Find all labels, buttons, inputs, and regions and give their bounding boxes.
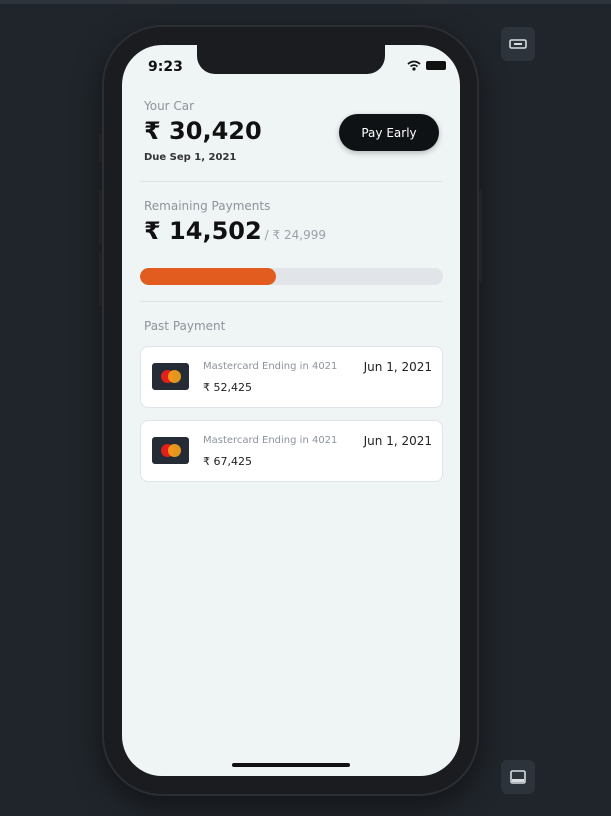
remaining-total: / ₹ 24,999 [264, 228, 326, 242]
past-payment-label: Past Payment [144, 319, 226, 333]
phone-screen: 9:23 Your Car ₹ 30,420 Due Sep 1, 2021 P… [122, 45, 460, 776]
due-date: Due Sep 1, 2021 [144, 152, 237, 163]
divider [140, 181, 443, 182]
tablet-device-icon [510, 770, 526, 784]
status-time: 9:23 [148, 59, 183, 75]
wifi-icon [407, 60, 421, 71]
rotate-device-button[interactable] [501, 27, 535, 61]
notch [197, 45, 385, 74]
device-frame-button[interactable] [501, 760, 535, 794]
payment-card-description: Mastercard Ending in 4021 [203, 361, 338, 372]
car-label: Your Car [144, 99, 195, 113]
payment-progress-bar [140, 268, 443, 285]
payment-card-description: Mastercard Ending in 4021 [203, 435, 338, 446]
payment-progress-fill [140, 268, 277, 285]
payment-date: Jun 1, 2021 [363, 360, 432, 374]
mastercard-icon [152, 437, 189, 464]
power-button [477, 190, 482, 282]
payment-card[interactable]: Mastercard Ending in 4021 ₹ 52,425 Jun 1… [140, 346, 443, 408]
status-icons [407, 60, 446, 71]
divider [140, 301, 443, 302]
payment-amount: ₹ 52,425 [203, 381, 252, 394]
pay-early-button[interactable]: Pay Early [339, 114, 439, 151]
remaining-label: Remaining Payments [144, 199, 271, 213]
home-indicator[interactable] [232, 763, 350, 767]
battery-icon [426, 61, 446, 70]
remaining-amount: ₹ 14,502 [144, 217, 262, 245]
top-strip [0, 0, 611, 4]
mastercard-icon [152, 363, 189, 390]
rotate-device-icon [509, 39, 527, 49]
car-amount: ₹ 30,420 [144, 117, 262, 145]
payment-amount: ₹ 67,425 [203, 455, 252, 468]
payment-card[interactable]: Mastercard Ending in 4021 ₹ 67,425 Jun 1… [140, 420, 443, 482]
remaining-row: ₹ 14,502 / ₹ 24,999 [144, 217, 326, 245]
payment-date: Jun 1, 2021 [363, 434, 432, 448]
